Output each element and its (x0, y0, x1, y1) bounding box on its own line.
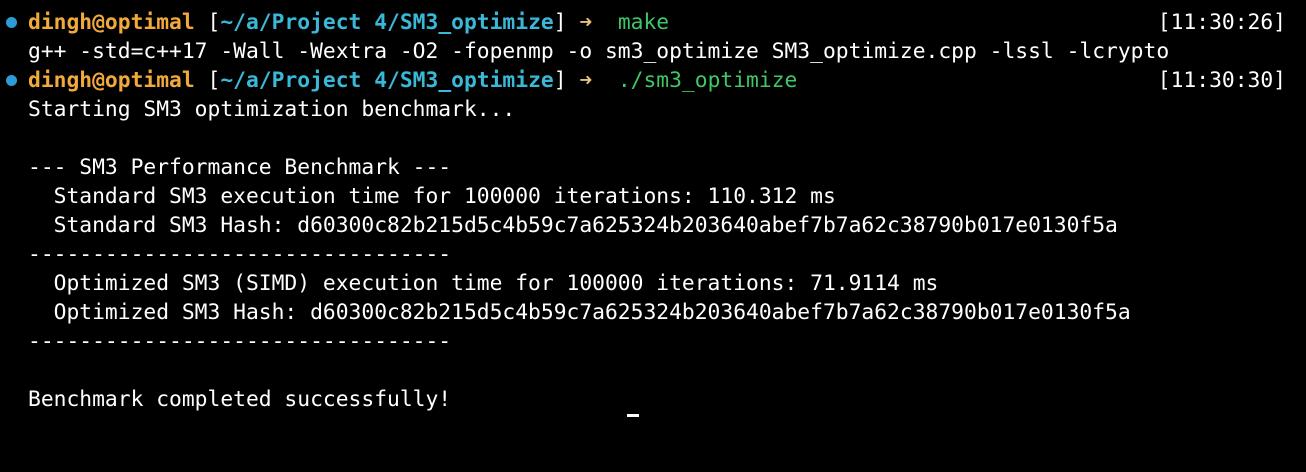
terminal-window[interactable]: dingh@optimal [~/a/Project 4/SM3_optimiz… (0, 0, 1306, 418)
prompt-text: dingh@optimal [~/a/Project 4/SM3_optimiz… (28, 66, 797, 95)
output-line: Standard SM3 Hash: d60300c82b215d5c4b59c… (0, 211, 1306, 240)
prompt-user-host: dingh@optimal (28, 10, 195, 35)
standard-time-result: Standard SM3 execution time for 100000 i… (28, 184, 836, 209)
output-line: --------------------------------- (0, 327, 1306, 356)
prompt-arrow-icon: ➜ (566, 68, 618, 93)
prompt-status-dot-icon (6, 17, 17, 28)
prompt-timestamp: [11:30:26] (1157, 10, 1286, 35)
benchmark-header: --- SM3 Performance Benchmark --- (28, 155, 452, 180)
optimized-time-result: Optimized SM3 (SIMD) execution time for … (28, 271, 939, 296)
prompt-line: dingh@optimal [~/a/Project 4/SM3_optimiz… (0, 8, 1306, 37)
prompt-path: ~/a/Project 4/SM3_optimize (220, 10, 554, 35)
standard-hash-result: Standard SM3 Hash: d60300c82b215d5c4b59c… (28, 213, 1118, 238)
prompt-command: ./sm3_optimize (617, 68, 798, 93)
compile-command-output: g++ -std=c++17 -Wall -Wextra -O2 -fopenm… (28, 39, 1170, 64)
prompt-status-dot-icon (6, 75, 17, 86)
output-line: Benchmark completed successfully! (0, 385, 1306, 414)
prompt-open-bracket: [ (194, 10, 221, 35)
output-line: Optimized SM3 Hash: d60300c82b215d5c4b59… (0, 298, 1306, 327)
output-text: Starting SM3 optimization benchmark... (28, 97, 516, 122)
prompt-open-bracket: [ (194, 68, 221, 93)
output-line: --- SM3 Performance Benchmark --- (0, 153, 1306, 182)
completion-message: Benchmark completed successfully! (28, 387, 452, 412)
output-line: Standard SM3 execution time for 100000 i… (0, 182, 1306, 211)
separator-line: --------------------------------- (28, 329, 452, 354)
prompt-text: dingh@optimal [~/a/Project 4/SM3_optimiz… (28, 8, 669, 37)
prompt-arrow-icon: ➜ (566, 10, 618, 35)
output-line: g++ -std=c++17 -Wall -Wextra -O2 -fopenm… (0, 37, 1306, 66)
prompt-close-bracket: ] (553, 10, 567, 35)
separator-line: --------------------------------- (28, 242, 452, 267)
output-line: --------------------------------- (0, 240, 1306, 269)
prompt-line: dingh@optimal [~/a/Project 4/SM3_optimiz… (0, 66, 1306, 95)
prompt-close-bracket: ] (553, 68, 567, 93)
output-line: Starting SM3 optimization benchmark... (0, 95, 1306, 124)
prompt-command: make (617, 10, 670, 35)
optimized-hash-result: Optimized SM3 Hash: d60300c82b215d5c4b59… (28, 300, 1131, 325)
prompt-user-host: dingh@optimal (28, 68, 195, 93)
output-line: Optimized SM3 (SIMD) execution time for … (0, 269, 1306, 298)
text-cursor (627, 414, 639, 417)
prompt-timestamp: [11:30:30] (1157, 68, 1286, 93)
prompt-path: ~/a/Project 4/SM3_optimize (220, 68, 554, 93)
